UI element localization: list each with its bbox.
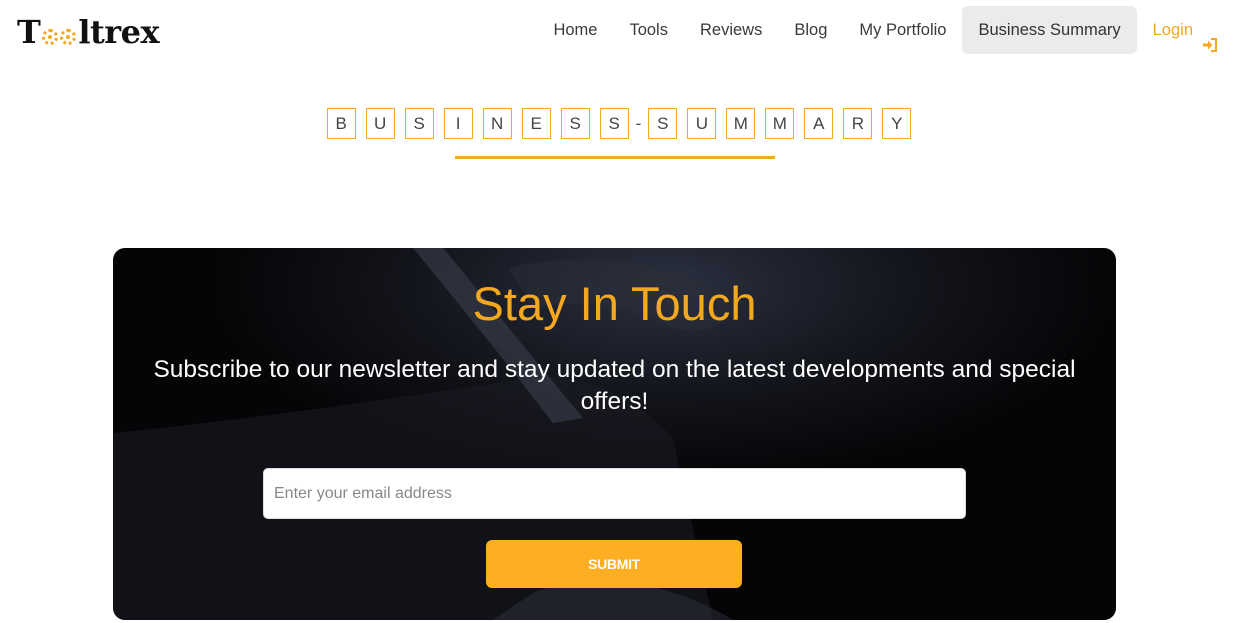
nav-reviews[interactable]: Reviews — [684, 6, 778, 54]
title-letter: B — [326, 108, 356, 139]
newsletter-title: Stay In Touch — [472, 277, 757, 330]
nav-login[interactable]: Login — [1137, 6, 1238, 54]
login-label: Login — [1152, 21, 1193, 39]
newsletter-card: Stay In Touch Subscribe to our newslette… — [113, 248, 1116, 620]
newsletter-subtitle: Subscribe to our newsletter and stay upd… — [153, 356, 1076, 415]
title-letter: R — [843, 108, 873, 139]
title-letter: A — [804, 108, 834, 139]
title-letter: E — [521, 108, 551, 139]
gear-icon — [41, 19, 77, 45]
email-input[interactable] — [263, 468, 966, 519]
logo-text-prefix: T — [17, 13, 41, 51]
nav-home[interactable]: Home — [537, 6, 613, 54]
site-header: T ltrex Home Tools Reviews Blog My Portf… — [0, 0, 1238, 62]
submit-button[interactable]: SUBMIT — [486, 540, 742, 588]
title-letter: U — [687, 108, 717, 139]
title-letter: S — [404, 108, 434, 139]
sign-in-icon — [1202, 23, 1218, 52]
title-letter: S — [599, 108, 629, 139]
main-nav: Home Tools Reviews Blog My Portfolio Bus… — [537, 6, 1238, 54]
title-letter: N — [482, 108, 512, 139]
section-title: B U S I N E S S - S U M M A R Y — [0, 108, 1238, 139]
title-letter: U — [365, 108, 395, 139]
nav-tools[interactable]: Tools — [613, 6, 684, 54]
title-letter: S — [560, 108, 590, 139]
title-dash: - — [635, 113, 642, 133]
title-letter: Y — [882, 108, 912, 139]
logo-text-suffix: ltrex — [78, 13, 160, 51]
title-letter: S — [648, 108, 678, 139]
nav-my-portfolio[interactable]: My Portfolio — [843, 6, 962, 54]
nav-blog[interactable]: Blog — [778, 6, 843, 54]
brand-logo[interactable]: T ltrex — [17, 12, 160, 52]
nav-business-summary[interactable]: Business Summary — [962, 6, 1137, 54]
title-underline — [455, 156, 775, 159]
title-letter: M — [765, 108, 795, 139]
title-letter: I — [443, 108, 473, 139]
title-letter: M — [726, 108, 756, 139]
